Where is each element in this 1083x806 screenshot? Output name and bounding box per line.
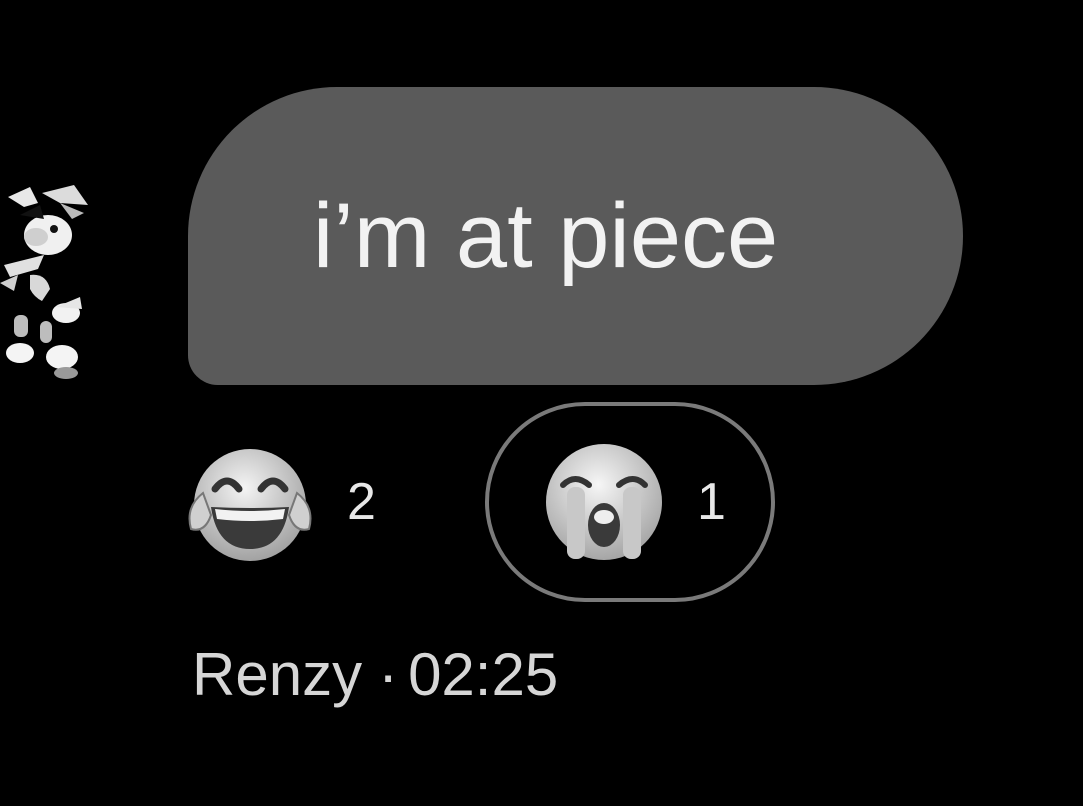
- message-meta: Renzy · 02:25: [192, 640, 558, 709]
- sender-avatar[interactable]: [0, 185, 92, 385]
- reaction-count: 1: [697, 473, 726, 531]
- reaction-crying-selected[interactable]: 1: [485, 402, 775, 602]
- message-bubble[interactable]: i’m at piece: [188, 87, 963, 385]
- face-with-tears-of-joy-icon: [188, 449, 312, 561]
- reaction-laughing[interactable]: 2: [185, 437, 376, 567]
- message-time: 02:25: [408, 641, 559, 708]
- meta-separator: ·: [378, 641, 399, 708]
- reaction-count: 2: [347, 473, 376, 531]
- loudly-crying-face-icon: [546, 444, 662, 560]
- cartoon-character-avatar-icon: [0, 185, 88, 379]
- message-text: i’m at piece: [312, 184, 779, 287]
- sender-name: Renzy: [192, 641, 363, 708]
- reactions-bar: 2 1: [185, 400, 805, 605]
